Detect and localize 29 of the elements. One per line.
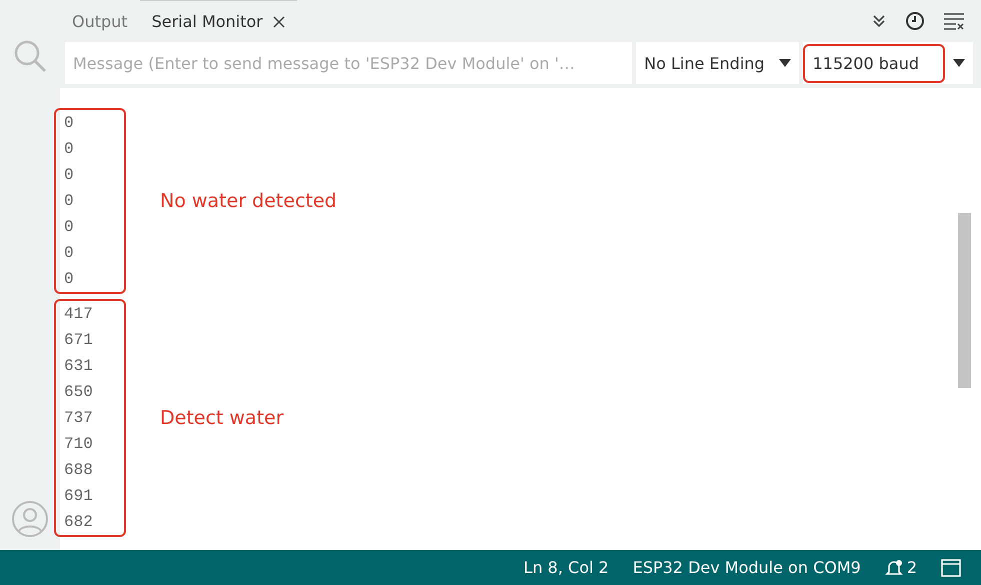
close-icon[interactable]	[272, 16, 285, 28]
output-line: 671	[64, 330, 94, 351]
output-line: 0	[64, 269, 75, 290]
cursor-position: Ln 8, Col 2	[524, 558, 609, 577]
output-line: 0	[64, 113, 75, 134]
baud-rate-dropdown[interactable]: 115200 baud	[802, 44, 945, 82]
output-line: 0	[64, 139, 75, 160]
notifications-button[interactable]: 2	[884, 558, 917, 577]
output-line: 688	[64, 460, 94, 481]
output-line: 0	[64, 165, 75, 186]
line-ending-dropdown[interactable]: No Line Ending	[636, 42, 799, 84]
annotation-label: No water detected	[160, 190, 337, 212]
caret-icon	[778, 59, 791, 67]
output-line: 417	[64, 304, 94, 325]
output-line: 650	[64, 382, 94, 403]
output-line: 0	[64, 191, 75, 212]
scrollbar-thumb[interactable]	[958, 213, 971, 388]
tab[interactable]: Output	[60, 0, 140, 42]
annotation-label: Detect water	[160, 407, 284, 429]
board-port[interactable]: ESP32 Dev Module on COM9	[632, 558, 861, 577]
output-line: 0	[64, 243, 75, 264]
message-field[interactable]: Message (Enter to send message to 'ESP32 Dev Module' on '…	[65, 42, 632, 84]
output-line: 682	[64, 512, 94, 533]
panel-icon[interactable]	[941, 558, 961, 576]
output-line: 631	[64, 356, 94, 377]
output-line: 0	[64, 217, 75, 238]
output-line: 737	[64, 408, 94, 429]
output-line: 710	[64, 434, 94, 455]
output-line: 691	[64, 486, 94, 507]
